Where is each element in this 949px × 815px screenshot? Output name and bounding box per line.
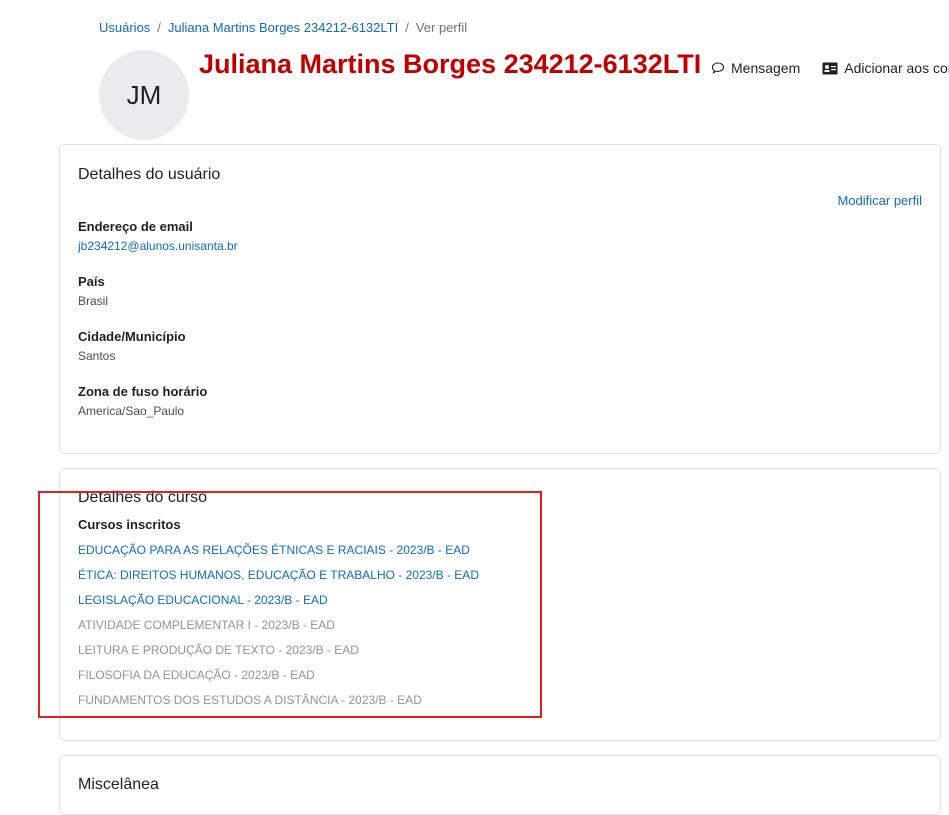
edit-profile-link[interactable]: Modificar perfil (837, 193, 922, 208)
header-actions: Mensagem Adicionar aos contatos (711, 60, 949, 76)
misc-title: Miscelânea (78, 776, 159, 793)
add-contact-button[interactable]: Adicionar aos contatos (822, 60, 949, 76)
breadcrumb-separator: / (405, 20, 409, 35)
list-item: ATIVIDADE COMPLEMENTAR I - 2023/B - EAD (78, 617, 479, 642)
user-details-card: Detalhes do usuário Modificar perfil End… (59, 144, 941, 454)
breadcrumb-users-link[interactable]: Usuários (99, 20, 150, 35)
course-link[interactable]: EDUCAÇÃO PARA AS RELAÇÕES ÉTNICAS E RACI… (78, 543, 470, 557)
message-label: Mensagem (731, 60, 801, 76)
course-details-card: Detalhes do curso Cursos inscritos EDUCA… (59, 468, 941, 741)
user-details-title: Detalhes do usuário (78, 166, 221, 183)
course-link[interactable]: LEITURA E PRODUÇÃO DE TEXTO - 2023/B - E… (78, 643, 359, 657)
course-link[interactable]: ÉTICA: DIREITOS HUMANOS, EDUCAÇÃO E TRAB… (78, 568, 479, 582)
list-item: EDUCAÇÃO PARA AS RELAÇÕES ÉTNICAS E RACI… (78, 542, 479, 567)
list-item: FUNDAMENTOS DOS ESTUDOS A DISTÂNCIA - 20… (78, 692, 479, 717)
message-button[interactable]: Mensagem (711, 60, 800, 76)
chat-bubble-icon (711, 62, 725, 75)
country-field: País Brasil (78, 274, 108, 308)
misc-card: Miscelânea (59, 755, 941, 815)
list-item: FILOSOFIA DA EDUCAÇÃO - 2023/B - EAD (78, 667, 479, 692)
city-field: Cidade/Município Santos (78, 329, 186, 363)
city-value: Santos (78, 349, 116, 363)
city-label: Cidade/Município (78, 329, 186, 344)
breadcrumb-current: Ver perfil (415, 20, 468, 35)
course-link[interactable]: ATIVIDADE COMPLEMENTAR I - 2023/B - EAD (78, 618, 335, 632)
breadcrumb-user-link[interactable]: Juliana Martins Borges 234212-6132LTI (168, 20, 398, 35)
breadcrumb: Usuários / Juliana Martins Borges 234212… (99, 20, 467, 35)
course-link[interactable]: FUNDAMENTOS DOS ESTUDOS A DISTÂNCIA - 20… (78, 693, 422, 707)
list-item: ÉTICA: DIREITOS HUMANOS, EDUCAÇÃO E TRAB… (78, 567, 479, 592)
enrolled-courses-label: Cursos inscritos (78, 517, 181, 532)
list-item: LEITURA E PRODUÇÃO DE TEXTO - 2023/B - E… (78, 642, 479, 667)
course-list: EDUCAÇÃO PARA AS RELAÇÕES ÉTNICAS E RACI… (78, 542, 479, 717)
timezone-field: Zona de fuso horário America/Sao_Paulo (78, 384, 207, 418)
course-link[interactable]: LEGISLAÇÃO EDUCACIONAL - 2023/B - EAD (78, 593, 328, 607)
email-label: Endereço de email (78, 219, 193, 234)
country-value: Brasil (78, 294, 109, 308)
avatar: JM (99, 50, 189, 140)
course-link[interactable]: FILOSOFIA DA EDUCAÇÃO - 2023/B - EAD (78, 668, 315, 682)
breadcrumb-separator: / (157, 20, 161, 35)
timezone-label: Zona de fuso horário (78, 384, 208, 399)
email-field: Endereço de email jb234212@alunos.unisan… (78, 219, 238, 253)
add-contact-label: Adicionar aos contatos (844, 60, 949, 76)
email-link[interactable]: jb234212@alunos.unisanta.br (78, 239, 238, 253)
course-details-title: Detalhes do curso (78, 489, 207, 506)
country-label: País (78, 274, 105, 289)
list-item: LEGISLAÇÃO EDUCACIONAL - 2023/B - EAD (78, 592, 479, 617)
address-card-icon (822, 62, 838, 74)
page-title: Juliana Martins Borges 234212-6132LTI (199, 49, 702, 79)
timezone-value: America/Sao_Paulo (78, 404, 185, 418)
